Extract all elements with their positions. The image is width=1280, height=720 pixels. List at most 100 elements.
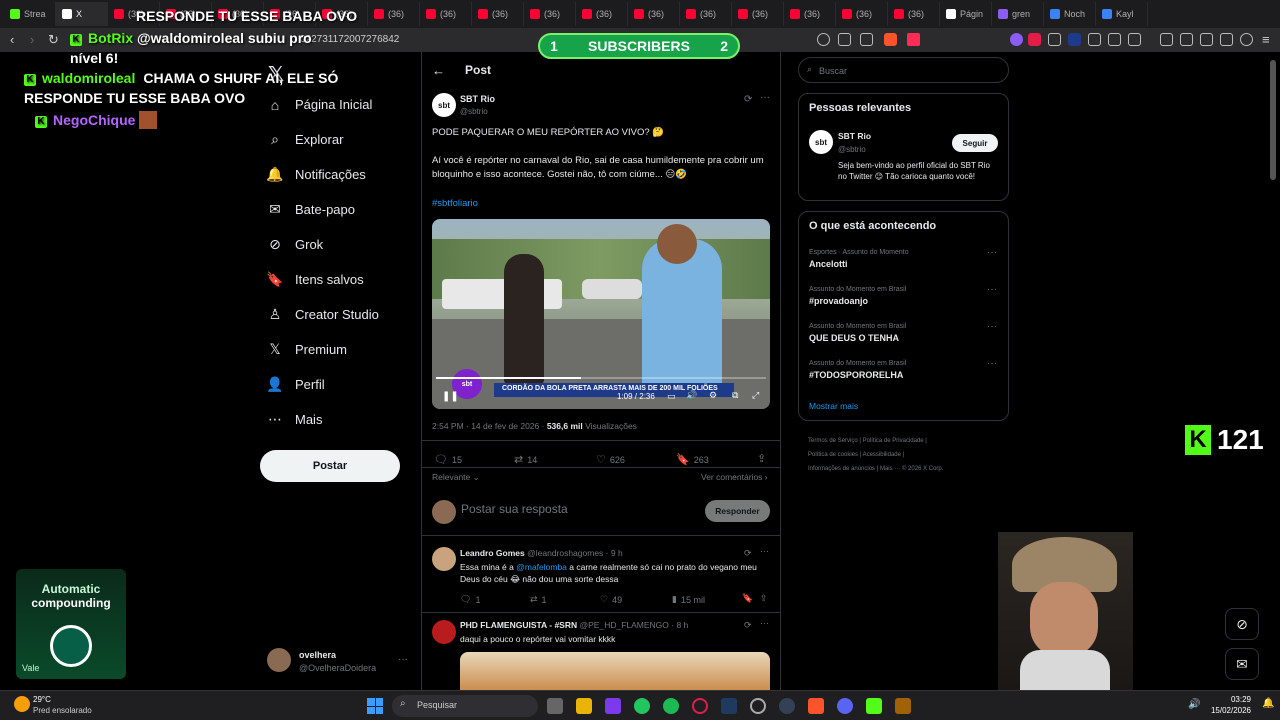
footer-link[interactable]: Termos de Serviço <box>808 438 858 444</box>
post-button[interactable]: Postar <box>260 450 400 482</box>
browser-tab[interactable]: (36) <box>680 2 732 26</box>
nav-item-creator[interactable]: ♙ Creator Studio <box>268 306 379 322</box>
reload-icon[interactable]: ↻ <box>48 32 59 48</box>
sort-dropdown[interactable]: Relevante ⌄ <box>432 472 480 483</box>
volume-icon[interactable]: 🔊 <box>686 390 697 401</box>
nav-item-bell[interactable]: 🔔 Notificações <box>266 166 366 182</box>
task-view-icon[interactable] <box>547 698 563 714</box>
nav-item-more[interactable]: ⋯ Mais <box>268 411 322 427</box>
app-icon[interactable] <box>750 698 766 714</box>
weather-icon[interactable] <box>14 696 30 712</box>
vpn-icon[interactable] <box>1220 33 1233 46</box>
opera-icon[interactable] <box>692 698 708 714</box>
brave-shield-icon[interactable] <box>884 33 897 46</box>
reply-image[interactable] <box>460 652 770 692</box>
hashtag-link[interactable]: #sbtfoliario <box>432 198 478 209</box>
extension-icon[interactable] <box>1088 33 1101 46</box>
footer-link[interactable]: Acessibilidade <box>863 452 901 458</box>
account-name[interactable]: ovelhera <box>299 650 336 660</box>
nav-item-person[interactable]: 👤 Perfil <box>266 376 324 392</box>
browser-tab[interactable]: (36) <box>420 2 472 26</box>
browser-tab[interactable]: gren <box>992 2 1044 26</box>
extension-icon[interactable] <box>1128 33 1141 46</box>
browser-tab[interactable]: (36) <box>732 2 784 26</box>
zoom-icon[interactable] <box>817 33 830 46</box>
share-icon[interactable]: ⇪ <box>760 593 768 604</box>
sbt-avatar-icon[interactable]: sbt <box>432 93 456 117</box>
app-icon[interactable] <box>605 698 621 714</box>
footer-link[interactable]: Mais ··· <box>880 466 900 472</box>
forward-icon[interactable]: › <box>30 32 34 47</box>
fullscreen-icon[interactable]: ⤢ <box>752 390 759 401</box>
cast-icon[interactable] <box>838 33 851 46</box>
chrome-icon[interactable] <box>634 698 650 714</box>
back-arrow-icon[interactable]: ← <box>432 63 445 78</box>
rewards-icon[interactable] <box>907 33 920 46</box>
promo-widget[interactable]: Automatic compounding Vale <box>16 569 126 679</box>
share-icon[interactable] <box>860 33 873 46</box>
video-progress-track[interactable] <box>436 377 766 379</box>
post-timestamp[interactable]: 2:54 PM · 14 de fev de 2026 · <box>432 421 547 431</box>
footer-link[interactable]: Política de cookies <box>808 452 858 458</box>
sidebar-icon[interactable] <box>1180 33 1193 46</box>
more-icon[interactable]: ··· <box>760 618 769 628</box>
browser-tab[interactable]: (36) <box>888 2 940 26</box>
mention-link[interactable]: @mafelomba <box>516 562 567 572</box>
taskbar-search[interactable]: Pesquisar <box>392 695 538 717</box>
more-icon[interactable]: ··· <box>987 358 997 369</box>
like-action[interactable]: ♡ 626 <box>596 453 625 466</box>
view-comments-link[interactable]: Ver comentários › <box>701 472 768 482</box>
messages-float-icon[interactable]: ✉ <box>1225 648 1259 680</box>
extension-icon[interactable] <box>1028 33 1041 46</box>
avatar[interactable] <box>432 547 456 571</box>
browser-tab[interactable]: Págin <box>940 2 992 26</box>
reply-handle[interactable]: @leandroshagomes · 9 h <box>527 548 623 558</box>
extension-icon[interactable] <box>1048 33 1061 46</box>
grok-icon[interactable]: ⟳ <box>744 94 752 105</box>
captions-icon[interactable]: ▭ <box>667 391 676 402</box>
reply-input[interactable]: Postar sua resposta <box>461 502 691 516</box>
repost-action[interactable]: ⇄ 14 <box>514 453 537 466</box>
bookmark-action[interactable]: 🔖 263 <box>676 453 709 466</box>
scrollbar[interactable] <box>1270 60 1276 180</box>
reply-handle[interactable]: @PE_HD_FLAMENGO · 8 h <box>580 620 689 630</box>
bookmark-icon[interactable]: 🔖 <box>742 593 753 604</box>
footer-link[interactable]: Política de Privacidade <box>863 438 924 444</box>
profile-name[interactable]: SBT Rio <box>838 131 871 141</box>
pause-icon[interactable]: ❚❚ <box>442 391 459 402</box>
settings-icon[interactable]: ⚙ <box>709 390 717 401</box>
nav-item-mail[interactable]: ✉ Bate-papo <box>268 201 355 217</box>
app-icon[interactable] <box>779 698 795 714</box>
reply-action[interactable]: 🗨 15 <box>434 453 462 466</box>
app-icon[interactable] <box>895 698 911 714</box>
nav-item-x[interactable]: 𝕏 Premium <box>268 341 347 357</box>
volume-icon[interactable]: 🔊 <box>1188 699 1200 710</box>
reply-button[interactable]: Responder <box>705 500 770 522</box>
more-icon[interactable]: ··· <box>760 546 769 556</box>
post-author[interactable]: SBT Rio <box>460 94 495 104</box>
wallet-icon[interactable] <box>1200 33 1213 46</box>
spotify-icon[interactable] <box>663 698 679 714</box>
browser-tab[interactable]: (36) <box>368 2 420 26</box>
grok-icon[interactable]: ⟳ <box>744 620 752 631</box>
share-icon[interactable]: ⇪ <box>757 452 766 465</box>
steam-icon[interactable] <box>721 698 737 714</box>
browser-tab[interactable]: X <box>56 2 108 26</box>
reply-author[interactable]: Leandro Gomes <box>460 548 525 558</box>
weather-temp[interactable]: 29°C <box>33 695 51 704</box>
more-icon[interactable]: ··· <box>760 92 770 103</box>
leo-icon[interactable] <box>1240 33 1253 46</box>
grok-float-icon[interactable]: ⊘ <box>1225 608 1259 640</box>
nav-item-bookmark[interactable]: 🔖 Itens salvos <box>266 271 363 287</box>
browser-tab[interactable]: (36) <box>524 2 576 26</box>
views-action[interactable]: ▮ 15 mil <box>672 594 705 605</box>
grok-icon[interactable]: ⟳ <box>744 548 752 559</box>
kick-icon[interactable] <box>866 698 882 714</box>
more-icon[interactable]: ··· <box>987 247 997 258</box>
clock-date[interactable]: 15/02/2026 <box>1203 706 1251 715</box>
brave-icon[interactable] <box>808 698 824 714</box>
browser-tab[interactable]: (36) <box>472 2 524 26</box>
browser-tab[interactable]: Strea <box>4 2 56 26</box>
nav-item-search[interactable]: ⌕ Explorar <box>268 131 343 147</box>
nav-item-grok[interactable]: ⊘ Grok <box>268 236 323 252</box>
